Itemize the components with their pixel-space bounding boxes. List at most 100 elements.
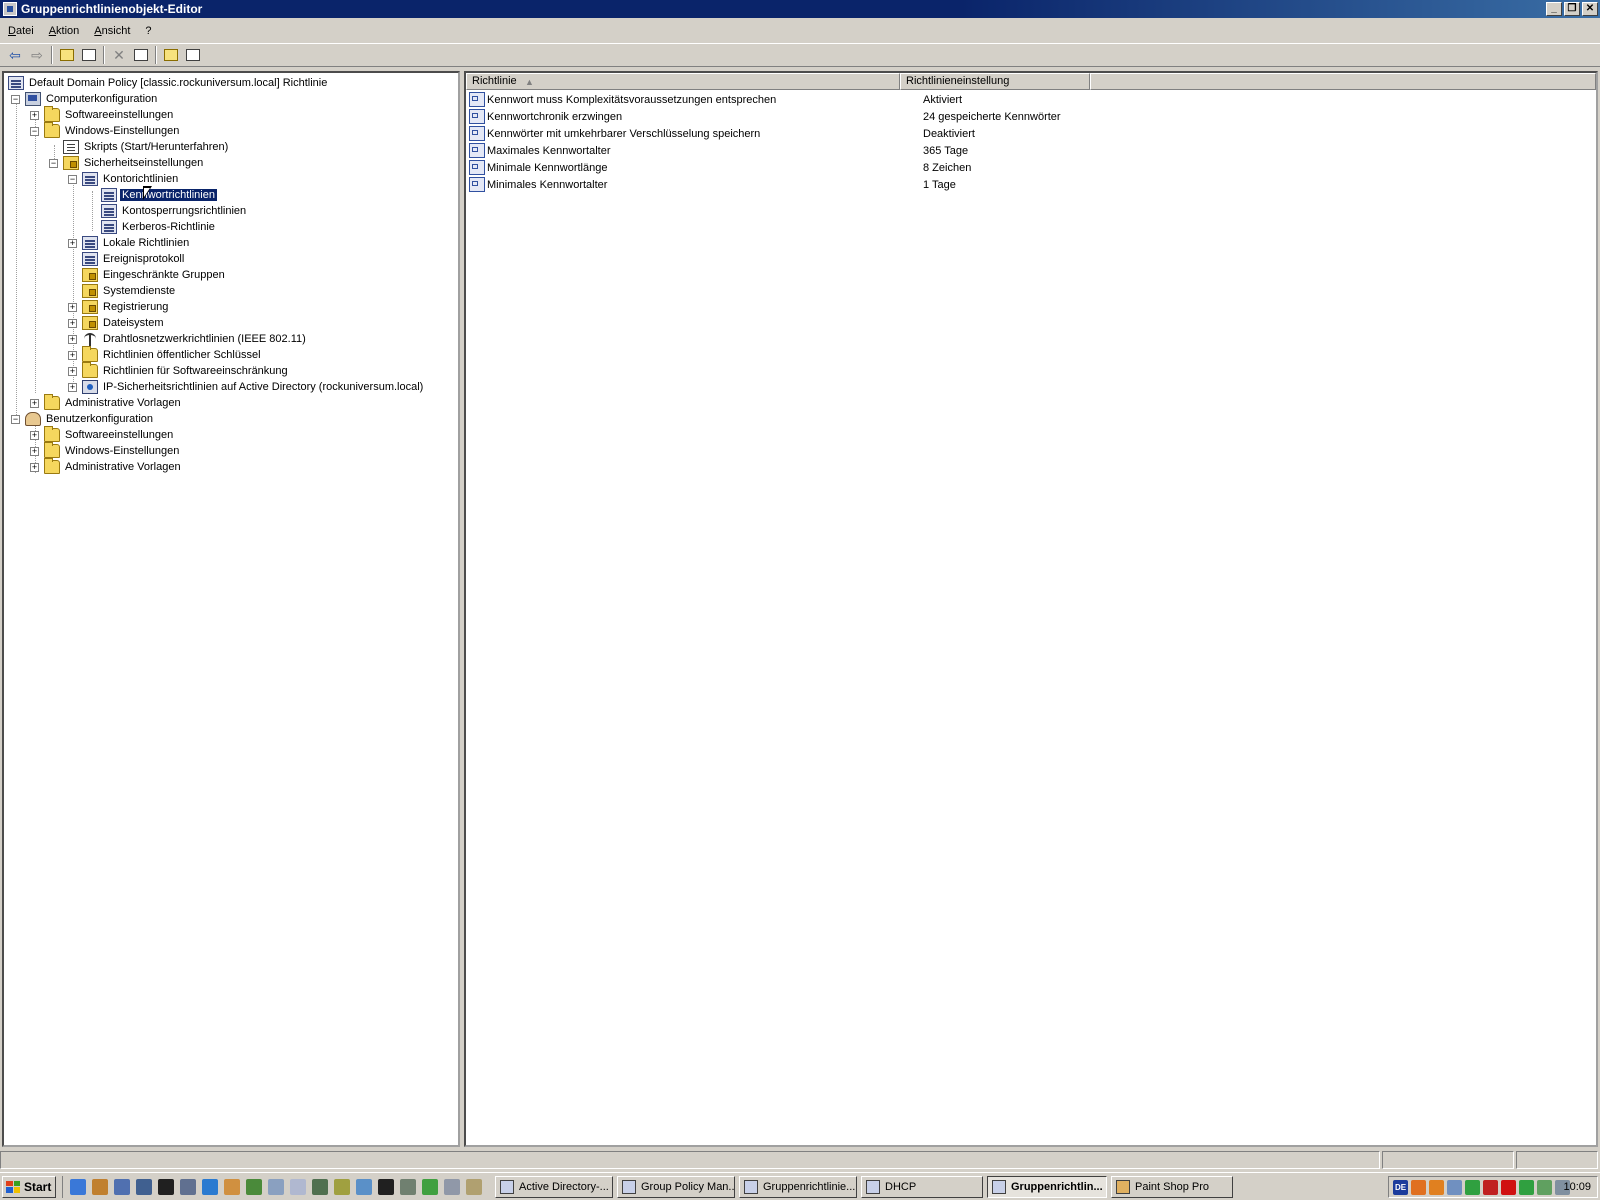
network-icon[interactable] (114, 1178, 130, 1195)
tree-item-wireless-policies[interactable]: + Drahtlosnetzwerkrichtlinien (IEEE 802.… (68, 331, 308, 347)
console-tree[interactable]: Default Domain Policy [classic.rockunive… (2, 71, 460, 1147)
list-item[interactable]: Maximales Kennwortalter 365 Tage (466, 142, 968, 159)
expand-toggle[interactable]: + (30, 430, 39, 440)
expand-toggle[interactable]: + (68, 366, 77, 376)
menu-view[interactable]: Ansicht (86, 25, 137, 37)
expand-toggle[interactable]: + (68, 334, 77, 344)
image-icon[interactable] (246, 1178, 262, 1195)
tree-item-windows-settings[interactable]: − Windows-Einstellungen (30, 122, 181, 139)
status-icon[interactable] (1537, 1179, 1552, 1195)
network-icon[interactable] (1447, 1179, 1462, 1195)
tree-root[interactable]: Default Domain Policy [classic.rockunive… (8, 75, 329, 91)
tree-item-user-configuration[interactable]: − Benutzerkonfiguration (11, 411, 155, 427)
tree-item-password-policy[interactable]: Kennwortrichtlinien (101, 187, 218, 203)
menu-file[interactable]: Datei (0, 25, 41, 37)
title-bar[interactable]: Gruppenrichtlinienobjekt-Editor _ ❐ ✕ (0, 0, 1600, 18)
collapse-toggle[interactable]: − (30, 126, 39, 136)
delete-icon[interactable]: ✕ (108, 45, 130, 65)
minimize-button[interactable]: _ (1546, 2, 1562, 16)
taskbar-button-gpo-editor-active[interactable]: Gruppenrichtlin... (987, 1175, 1107, 1198)
menu-action[interactable]: Aktion (41, 25, 87, 37)
tree-tool-icon[interactable] (312, 1178, 328, 1195)
taskbar-button-active-directory[interactable]: Active Directory-... (495, 1175, 613, 1198)
console-icon[interactable] (334, 1178, 350, 1195)
user-manager-icon[interactable] (136, 1178, 152, 1195)
forward-icon[interactable]: ⇨ (26, 45, 48, 65)
taskbar-button-gpo-editor[interactable]: Gruppenrichtlinie... (739, 1175, 857, 1198)
tool-icon[interactable] (400, 1178, 416, 1195)
tree-item-software-settings[interactable]: + Softwareeinstellungen (30, 106, 175, 123)
tree-item-administrative-templates[interactable]: + Administrative Vorlagen (30, 394, 183, 411)
printer-icon[interactable] (268, 1178, 284, 1195)
tree-item-user-windows-settings[interactable]: + Windows-Einstellungen (30, 442, 181, 459)
ie-icon[interactable] (202, 1178, 218, 1195)
tree-item-file-system[interactable]: + Dateisystem (68, 315, 166, 331)
list-item[interactable]: Kennwort muss Komplexitätsvoraussetzunge… (466, 91, 962, 108)
chart-icon[interactable] (422, 1178, 438, 1195)
shield-icon[interactable] (1483, 1179, 1498, 1195)
details-list[interactable]: Richtlinie ▲ Richtlinieneinstellung Kenn… (464, 71, 1598, 1147)
tree-item-public-key-policies[interactable]: + Richtlinien öffentlicher Schlüssel (68, 346, 263, 363)
tree-item-account-policies[interactable]: − Kontorichtlinien (68, 171, 180, 187)
list-item[interactable]: Kennwortchronik erzwingen 24 gespeichert… (466, 108, 1061, 125)
expand-toggle[interactable]: + (30, 398, 39, 408)
taskbar-button-dhcp[interactable]: DHCP (861, 1175, 983, 1198)
show-hide-tree-icon[interactable] (78, 45, 100, 65)
command-prompt-icon[interactable] (378, 1178, 394, 1195)
tree-item-registry[interactable]: + Registrierung (68, 299, 170, 315)
ie-icon[interactable] (70, 1178, 86, 1195)
back-icon[interactable]: ⇦ (4, 45, 26, 65)
start-button[interactable]: Start (2, 1175, 56, 1198)
expand-toggle[interactable]: + (30, 110, 39, 120)
collapse-toggle[interactable]: − (68, 174, 77, 184)
expand-toggle[interactable]: + (68, 238, 77, 248)
recycle-icon[interactable] (1519, 1179, 1534, 1195)
collapse-toggle[interactable]: − (49, 158, 58, 168)
help-icon[interactable] (160, 45, 182, 65)
paint-icon[interactable] (224, 1178, 240, 1195)
expand-toggle[interactable]: + (68, 302, 77, 312)
list-item[interactable]: Kennwörter mit umkehrbarer Verschlüsselu… (466, 125, 975, 142)
computer-manage-icon[interactable] (180, 1178, 196, 1195)
expand-toggle[interactable]: + (68, 318, 77, 328)
edit-icon[interactable] (466, 1178, 482, 1195)
update-icon[interactable] (1429, 1179, 1444, 1195)
expand-toggle[interactable]: + (68, 382, 77, 392)
up-folder-icon[interactable] (56, 45, 78, 65)
expand-toggle[interactable]: + (30, 446, 39, 456)
restore-button[interactable]: ❐ (1564, 2, 1580, 16)
tree-item-local-policies[interactable]: + Lokale Richtlinien (68, 235, 191, 251)
antivirus-icon[interactable] (1465, 1179, 1480, 1195)
tree-item-restricted-groups[interactable]: Eingeschränkte Gruppen (82, 267, 227, 283)
tree-item-event-log[interactable]: Ereignisprotokoll (82, 251, 186, 267)
taskbar-button-paint-shop-pro[interactable]: Paint Shop Pro (1111, 1175, 1233, 1198)
language-indicator[interactable]: DE (1393, 1179, 1408, 1195)
details-view-icon[interactable] (182, 45, 204, 65)
expand-toggle[interactable]: + (30, 462, 39, 472)
gpo-editor-app-icon[interactable] (3, 2, 17, 16)
clock[interactable]: 10:09 (1563, 1181, 1591, 1193)
column-header-policy[interactable]: Richtlinie ▲ (466, 73, 900, 90)
menu-help[interactable]: ? (137, 25, 158, 37)
tree-item-software-restriction-policies[interactable]: + Richtlinien für Softwareeinschränkung (68, 362, 290, 379)
document-icon[interactable] (356, 1178, 372, 1195)
tree-item-security-settings[interactable]: − Sicherheitseinstellungen (49, 155, 205, 171)
tool-icon[interactable] (92, 1178, 108, 1195)
column-header-setting[interactable]: Richtlinieneinstellung (900, 73, 1090, 90)
tree-item-computer-configuration[interactable]: − Computerkonfiguration (11, 91, 159, 107)
expand-toggle[interactable]: + (68, 350, 77, 360)
command-prompt-icon[interactable] (158, 1178, 174, 1195)
close-button[interactable]: ✕ (1582, 2, 1598, 16)
tree-item-user-administrative-templates[interactable]: + Administrative Vorlagen (30, 458, 183, 475)
tree-item-system-services[interactable]: Systemdienste (82, 283, 177, 299)
collapse-toggle[interactable]: − (11, 94, 20, 104)
list-item[interactable]: Minimale Kennwortlänge 8 Zeichen (466, 159, 971, 176)
tree-item-ip-security-policies[interactable]: + IP-Sicherheitsrichtlinien auf Active D… (68, 379, 425, 395)
properties-icon[interactable] (130, 45, 152, 65)
printer-icon[interactable] (444, 1178, 460, 1195)
taskbar-button-group-policy-management[interactable]: Group Policy Man... (617, 1175, 735, 1198)
stop-icon[interactable] (1501, 1179, 1516, 1195)
cube-icon[interactable] (290, 1178, 306, 1195)
tree-item-account-lockout-policy[interactable]: Kontosperrungsrichtlinien (101, 203, 248, 219)
collapse-toggle[interactable]: − (11, 414, 20, 424)
